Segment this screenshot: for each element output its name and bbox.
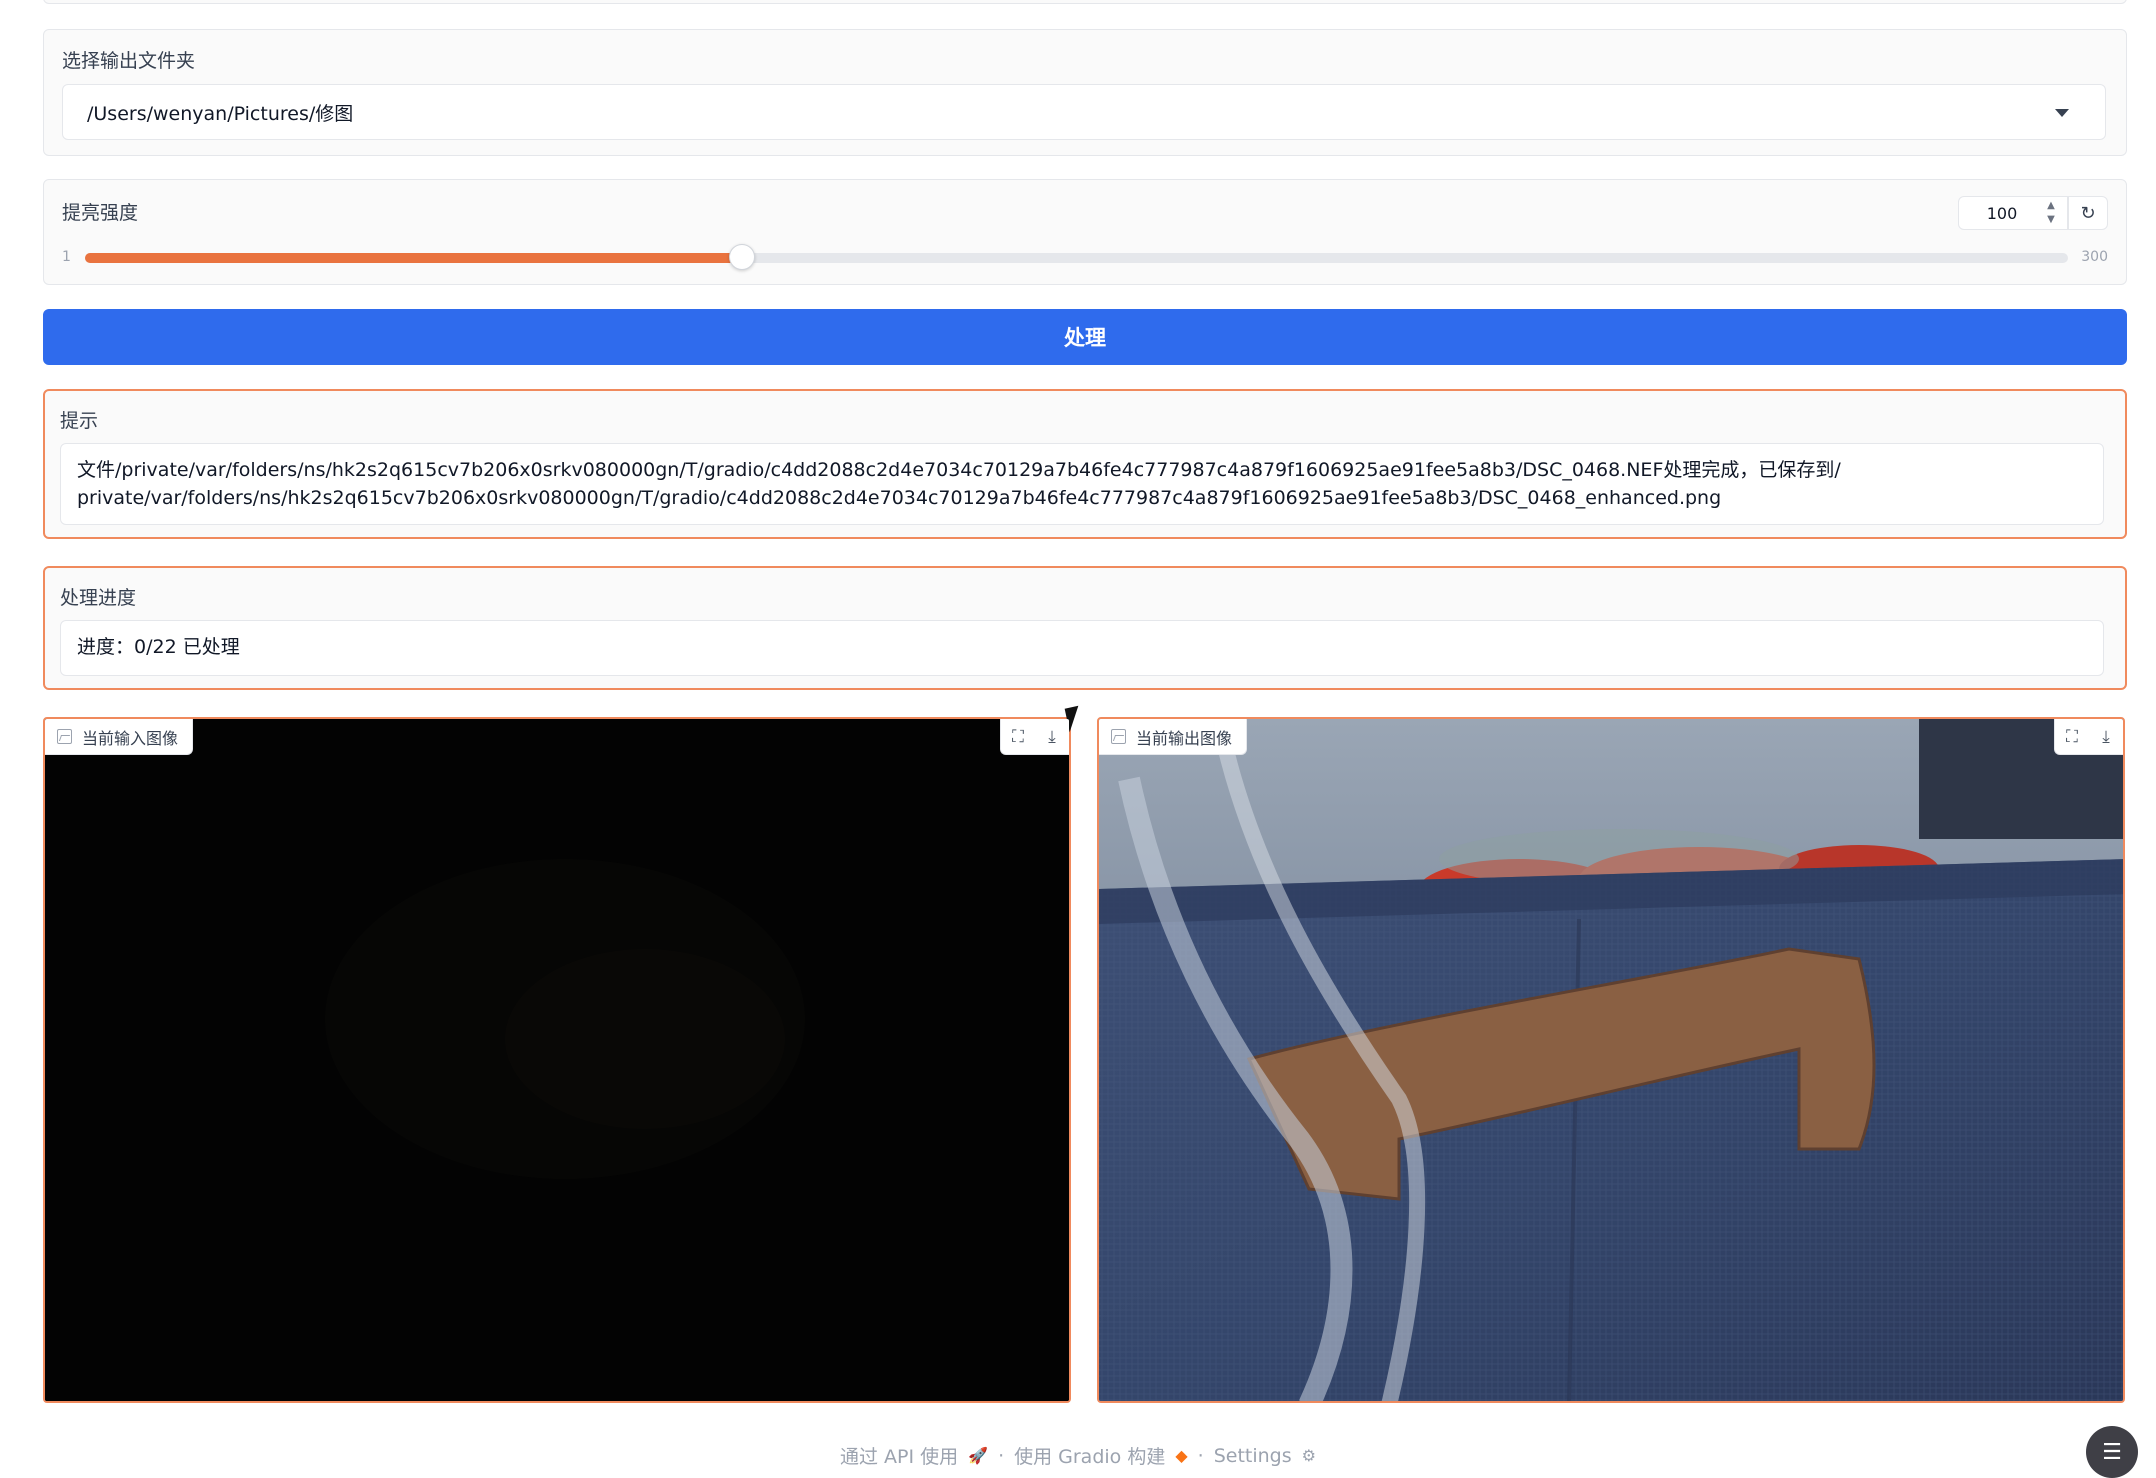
slider-min-label: 1 [62,249,71,265]
progress-textbox[interactable]: 进度：0/22 已处理 [60,620,2104,676]
slider-max-label: 300 [2081,249,2108,265]
output-image-tag: 当前输出图像 [1099,719,1248,755]
hint-label: 提示 [60,410,99,432]
progress-label: 处理进度 [60,587,137,609]
gear-icon[interactable]: ⚙ [1302,1446,1316,1465]
output-image-label: 当前输出图像 [1136,728,1233,748]
output-folder-value: /Users/wenyan/Pictures/修图 [87,102,354,125]
output-image-toolbar: ⛶ ⤓ [2054,719,2123,755]
output-image [1099,719,2123,1401]
footer-settings-link[interactable]: Settings [1214,1445,1292,1467]
brightness-number-input[interactable]: 100 ▲ ▼ [1958,196,2068,230]
input-image-tag: 当前输入图像 [45,719,194,755]
menu-icon: ☰ [2102,1439,2122,1465]
reset-icon: ↻ [2080,202,2096,224]
input-image-label: 当前输入图像 [82,728,179,748]
brightness-slider-track[interactable] [85,253,2068,263]
brightness-number-value: 100 [1986,203,2018,223]
output-image-panel: 当前输出图像 ⛶ ⤓ [1097,717,2125,1403]
input-image-toolbar: ⛶ ⤓ [1000,719,1069,755]
input-image [45,719,1069,1401]
footer-api-link[interactable]: 通过 API 使用 [840,1442,958,1469]
footer-separator: · [1197,1444,1204,1467]
stepper-arrows-icon[interactable]: ▲ ▼ [2045,201,2057,225]
chevron-down-icon[interactable] [2055,109,2069,117]
hint-textbox[interactable]: 文件/private/var/folders/ns/hk2s2q615cv7b2… [60,443,2104,525]
brightness-slider-thumb[interactable] [728,244,755,270]
brightness-slider-fill [85,253,742,263]
output-folder-dropdown[interactable]: /Users/wenyan/Pictures/修图 [62,84,2106,140]
fullscreen-icon[interactable]: ⛶ [1001,719,1035,755]
gradio-logo-icon: ◆ [1175,1446,1188,1465]
image-icon [1111,729,1126,744]
progress-block: 处理进度 进度：0/22 已处理 [43,566,2127,690]
output-folder-block: 选择输出文件夹 /Users/wenyan/Pictures/修图 [43,29,2127,156]
hint-block: 提示 文件/private/var/folders/ns/hk2s2q615cv… [43,389,2127,539]
image-icon [57,729,72,744]
output-folder-label: 选择输出文件夹 [62,50,196,72]
app-root: 选择输出文件夹 /Users/wenyan/Pictures/修图 提亮强度 1… [0,0,2156,1478]
reset-button[interactable]: ↻ [2068,196,2108,230]
brightness-label: 提亮强度 [62,202,139,224]
process-button[interactable]: 处理 [43,309,2127,365]
fullscreen-icon[interactable]: ⛶ [2055,719,2089,755]
footer-separator: · [998,1444,1005,1467]
brightness-block: 提亮强度 100 ▲ ▼ ↻ 1 300 [43,179,2127,285]
footer-gradio-link[interactable]: 使用 Gradio 构建 [1014,1442,1165,1469]
previous-block-edge [43,0,2127,4]
chat-float-button[interactable]: ☰ [2086,1426,2138,1478]
download-icon[interactable]: ⤓ [2089,719,2123,755]
footer: 通过 API 使用 🚀 · 使用 Gradio 构建 ◆ · Settings … [0,1442,2156,1469]
download-icon[interactable]: ⤓ [1035,719,1069,755]
rocket-icon: 🚀 [968,1446,989,1465]
input-image-panel: 当前输入图像 ⛶ ⤓ [43,717,1071,1403]
